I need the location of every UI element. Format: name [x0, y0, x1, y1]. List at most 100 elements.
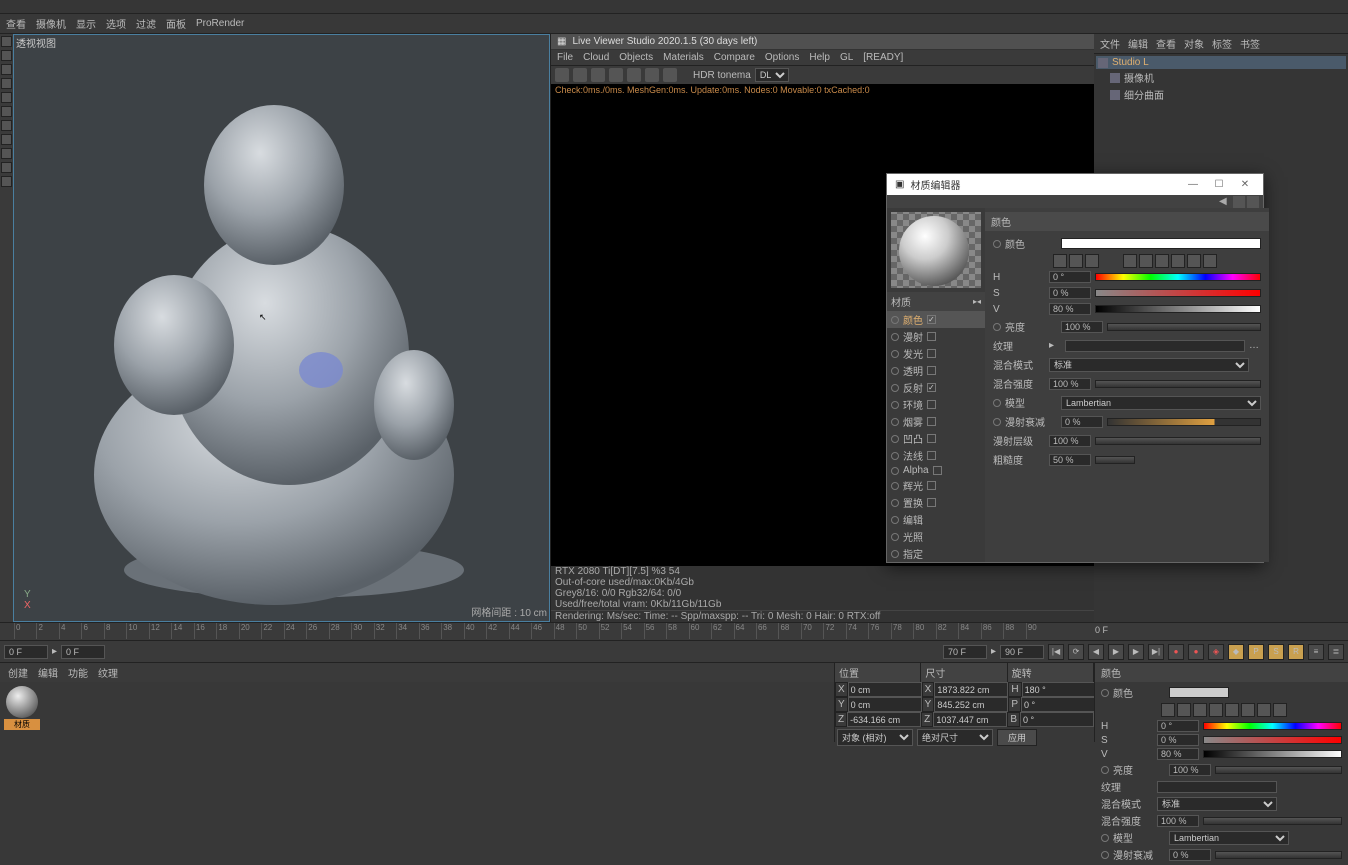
tex-browse-icon[interactable]: … — [1249, 340, 1259, 351]
timeline-tick[interactable]: 14 — [171, 623, 193, 639]
channel-编辑[interactable]: 编辑 — [887, 511, 985, 528]
attr-falloff[interactable]: 0 % — [1169, 849, 1211, 861]
tab-edit[interactable]: 编辑 — [1128, 36, 1148, 51]
channel-Alpha[interactable]: Alpha — [887, 464, 985, 477]
colorpicker-icon[interactable] — [1085, 254, 1099, 268]
loop-icon[interactable]: ⟳ — [1068, 644, 1084, 660]
maximize-icon[interactable]: ☐ — [1209, 179, 1229, 190]
size-y[interactable] — [934, 697, 1008, 712]
brightness-slider[interactable] — [1107, 323, 1261, 331]
tex-arrow-icon[interactable]: ▸ — [1049, 340, 1061, 352]
colorpicker-icon[interactable] — [1139, 254, 1153, 268]
timeline-tick[interactable]: 38 — [441, 623, 463, 639]
timeline-tick[interactable]: 76 — [868, 623, 890, 639]
timeline-tick[interactable]: 82 — [936, 623, 958, 639]
falloff-slider[interactable] — [1215, 851, 1342, 859]
timeline-tick[interactable]: 18 — [216, 623, 238, 639]
channel-颜色[interactable]: 颜色 — [887, 311, 985, 328]
lv-menu-help[interactable]: Help — [809, 52, 830, 63]
layers-field[interactable]: 100 % — [1049, 435, 1091, 447]
lv-menu-cloud[interactable]: Cloud — [583, 52, 609, 63]
channel-漫射[interactable]: 漫射 — [887, 328, 985, 345]
timeline-tick[interactable]: 66 — [756, 623, 778, 639]
colorpicker-icon[interactable] — [1187, 254, 1201, 268]
s-field[interactable]: 0 % — [1049, 287, 1091, 299]
hue-slider[interactable] — [1095, 273, 1261, 281]
pos-z[interactable] — [847, 712, 921, 727]
channel-环境[interactable]: 环境 — [887, 396, 985, 413]
channel-checkbox[interactable] — [927, 366, 936, 375]
tool-btn[interactable] — [1, 106, 12, 117]
channel-checkbox[interactable] — [933, 466, 942, 475]
play-icon[interactable]: ▶ — [1108, 644, 1124, 660]
tool-btn[interactable] — [1, 120, 12, 131]
timeline-tick[interactable]: 64 — [734, 623, 756, 639]
mat-tab-create[interactable]: 创建 — [8, 665, 28, 680]
tool-btn[interactable] — [1, 64, 12, 75]
lv-menu-options[interactable]: Options — [765, 52, 799, 63]
attr-brightness[interactable]: 100 % — [1169, 764, 1211, 776]
tree-row[interactable]: 摄像机 — [1096, 69, 1346, 86]
timeline-tick[interactable]: 30 — [351, 623, 373, 639]
timeline-tick[interactable]: 8 — [104, 623, 126, 639]
channel-checkbox[interactable] — [927, 383, 936, 392]
rot-b[interactable] — [1020, 712, 1094, 727]
sat-slider[interactable] — [1095, 289, 1261, 297]
timeline-tick[interactable]: 86 — [981, 623, 1003, 639]
tool-btn[interactable] — [1, 162, 12, 173]
attr-blendstr[interactable]: 100 % — [1157, 815, 1199, 827]
record-icon[interactable]: ● — [1168, 644, 1184, 660]
menu-display[interactable]: 显示 — [76, 16, 96, 31]
picker-icon[interactable] — [1241, 703, 1255, 717]
coord-mode[interactable]: 对象 (相对) — [837, 729, 913, 746]
channel-checkbox[interactable] — [927, 400, 936, 409]
picker-icon[interactable] — [1273, 703, 1287, 717]
pos-y[interactable] — [848, 697, 922, 712]
picker-icon[interactable] — [1193, 703, 1207, 717]
material-name[interactable]: 材质 — [891, 294, 911, 309]
tab-bookmark[interactable]: 书签 — [1240, 36, 1260, 51]
attr-s[interactable]: 0 % — [1157, 734, 1199, 746]
eyedropper-icon[interactable] — [1203, 254, 1217, 268]
timeline-tick[interactable]: 88 — [1003, 623, 1025, 639]
picker-icon[interactable] — [1257, 703, 1271, 717]
minimize-icon[interactable]: — — [1183, 179, 1203, 190]
channel-置换[interactable]: 置换 — [887, 494, 985, 511]
tool-btn[interactable] — [1, 92, 12, 103]
timeline-tick[interactable]: 20 — [239, 623, 261, 639]
rot-h[interactable] — [1022, 682, 1096, 697]
timeline-tick[interactable]: 48 — [554, 623, 576, 639]
timeline-tick[interactable]: 32 — [374, 623, 396, 639]
model-select[interactable]: Lambertian — [1061, 396, 1261, 410]
sat-slider[interactable] — [1203, 736, 1342, 744]
colorpicker-icon[interactable] — [1069, 254, 1083, 268]
perspective-viewport[interactable]: 透视视图 ↖ Y X 网格间距 : 10 cm — [13, 34, 550, 622]
blendstr-field[interactable]: 100 % — [1049, 378, 1091, 390]
timeline-tick[interactable]: 4 — [59, 623, 81, 639]
timeline-tick[interactable]: 56 — [644, 623, 666, 639]
falloff-field[interactable]: 0 % — [1061, 416, 1103, 428]
lv-lock-icon[interactable] — [645, 68, 659, 82]
layers-slider[interactable] — [1095, 437, 1261, 445]
timeline-tick[interactable]: 54 — [621, 623, 643, 639]
timeline-tick[interactable]: 40 — [464, 623, 486, 639]
lv-menu-compare[interactable]: Compare — [714, 52, 755, 63]
timeline-tick[interactable]: 42 — [486, 623, 508, 639]
tab-tags[interactable]: 标签 — [1212, 36, 1232, 51]
lv-pause-icon[interactable] — [591, 68, 605, 82]
timeline-tick[interactable]: 24 — [284, 623, 306, 639]
tool-btn[interactable] — [1, 36, 12, 47]
channel-checkbox[interactable] — [927, 498, 936, 507]
timeline-tick[interactable]: 2 — [36, 623, 58, 639]
val-slider[interactable] — [1095, 305, 1261, 313]
timeline-tick[interactable]: 90 — [1026, 623, 1048, 639]
lv-menu-materials[interactable]: Materials — [663, 52, 704, 63]
tab-file[interactable]: 文件 — [1100, 36, 1120, 51]
mat-tab-func[interactable]: 功能 — [68, 665, 88, 680]
frame-current[interactable]: 70 F — [943, 645, 987, 659]
tree-row[interactable]: Studio L — [1096, 56, 1346, 69]
falloff-slider[interactable] — [1107, 418, 1261, 426]
timeline-tick[interactable]: 84 — [958, 623, 980, 639]
rot-p[interactable] — [1021, 697, 1095, 712]
size-z[interactable] — [933, 712, 1007, 727]
